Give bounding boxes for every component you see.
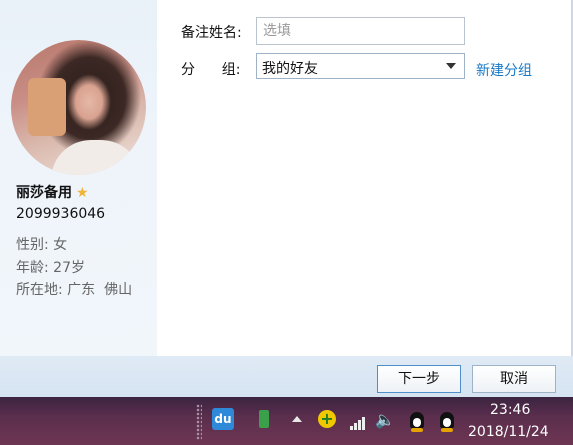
new-group-link[interactable]: 新建分组 [476, 60, 532, 80]
avatar[interactable] [11, 40, 146, 175]
group-select[interactable]: 我的好友 [256, 53, 465, 79]
avatar-phone [28, 78, 66, 136]
add-app-icon[interactable]: + [316, 408, 338, 430]
plus-symbol: + [318, 410, 336, 428]
next-button[interactable]: 下一步 [377, 365, 461, 393]
remark-input[interactable] [257, 18, 464, 44]
show-hidden-icons-icon[interactable] [286, 408, 308, 430]
remark-label: 备注姓名: [181, 25, 242, 41]
star-icon: ★ [76, 185, 89, 201]
speaker-icon[interactable]: 🔈 [374, 408, 396, 430]
chevron-down-icon[interactable] [446, 63, 456, 69]
profile-panel: 丽莎备用 ★ 2099936046 性别: 女 年龄: 27岁 所在地: 广东 佛… [0, 0, 157, 356]
qq-number: 2099936046 [16, 206, 106, 222]
usb-icon[interactable] [253, 408, 275, 430]
gender-info: 性别: 女 [16, 237, 68, 253]
avatar-shirt [51, 140, 141, 175]
clock-time[interactable]: 23:46 [490, 402, 530, 418]
clock-date[interactable]: 2018/11/24 [468, 424, 549, 440]
nickname-text: 丽莎备用 [16, 185, 72, 201]
nickname: 丽莎备用 ★ [16, 182, 89, 202]
cancel-button[interactable]: 取消 [472, 365, 556, 393]
taskbar-grip[interactable] [196, 404, 202, 440]
age-info: 年龄: 27岁 [16, 260, 85, 276]
baidu-du-icon[interactable]: du [212, 408, 234, 430]
qq-penguin-icon[interactable] [436, 410, 458, 432]
group-select-value: 我的好友 [262, 61, 318, 77]
qq-penguin-icon[interactable] [406, 410, 428, 432]
remark-field[interactable] [256, 17, 465, 45]
location-info: 所在地: 广东 佛山 [16, 282, 133, 298]
add-friend-dialog: 丽莎备用 ★ 2099936046 性别: 女 年龄: 27岁 所在地: 广东 佛… [0, 0, 573, 397]
group-label: 分 组: [181, 62, 241, 78]
network-signal-icon[interactable] [346, 408, 368, 430]
